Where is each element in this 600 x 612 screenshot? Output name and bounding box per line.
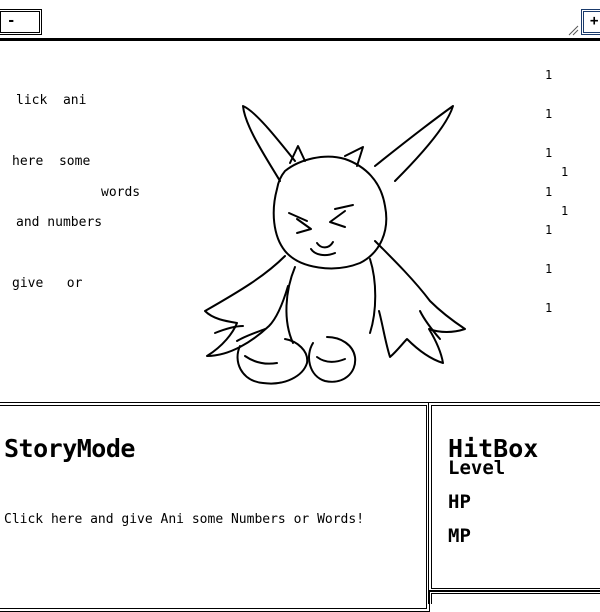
story-prompt-link[interactable]: Click here and give Ani some Numbers or … xyxy=(4,512,364,527)
floating-number: 1 xyxy=(545,185,553,199)
floating-word: here some xyxy=(12,154,91,169)
floating-number: 1 xyxy=(545,223,553,237)
maximize-button[interactable]: + xyxy=(581,9,600,35)
floating-word: give or xyxy=(12,276,83,291)
floating-number: 1 xyxy=(561,165,569,179)
hp-label: HP xyxy=(448,491,471,513)
minimize-button[interactable]: - xyxy=(0,9,42,35)
floating-word: words xyxy=(101,185,141,200)
floating-number: 1 xyxy=(545,68,553,82)
mp-label: MP xyxy=(448,525,471,547)
floating-word: lick ani xyxy=(16,93,87,108)
title-bar: - + xyxy=(0,0,600,41)
ani-creature-sprite[interactable] xyxy=(185,71,475,386)
floating-number: 1 xyxy=(545,262,553,276)
floating-number: 1 xyxy=(545,107,553,121)
level-label: Level xyxy=(448,457,506,479)
floating-word: and numbers xyxy=(16,215,103,230)
floating-number: 1 xyxy=(545,146,553,160)
story-panel[interactable]: StoryMode Click here and give Ani some N… xyxy=(0,402,430,612)
game-scene[interactable]: lick ani here some words and numbers giv… xyxy=(0,41,600,401)
hitbox-panel: HitBox Level HP MP xyxy=(428,402,600,592)
resize-grip-icon[interactable] xyxy=(567,24,579,36)
floating-number: 1 xyxy=(545,301,553,315)
hitbox-lower-panel xyxy=(428,590,600,604)
floating-number: 1 xyxy=(561,204,569,218)
story-mode-title: StoryMode xyxy=(4,434,135,463)
